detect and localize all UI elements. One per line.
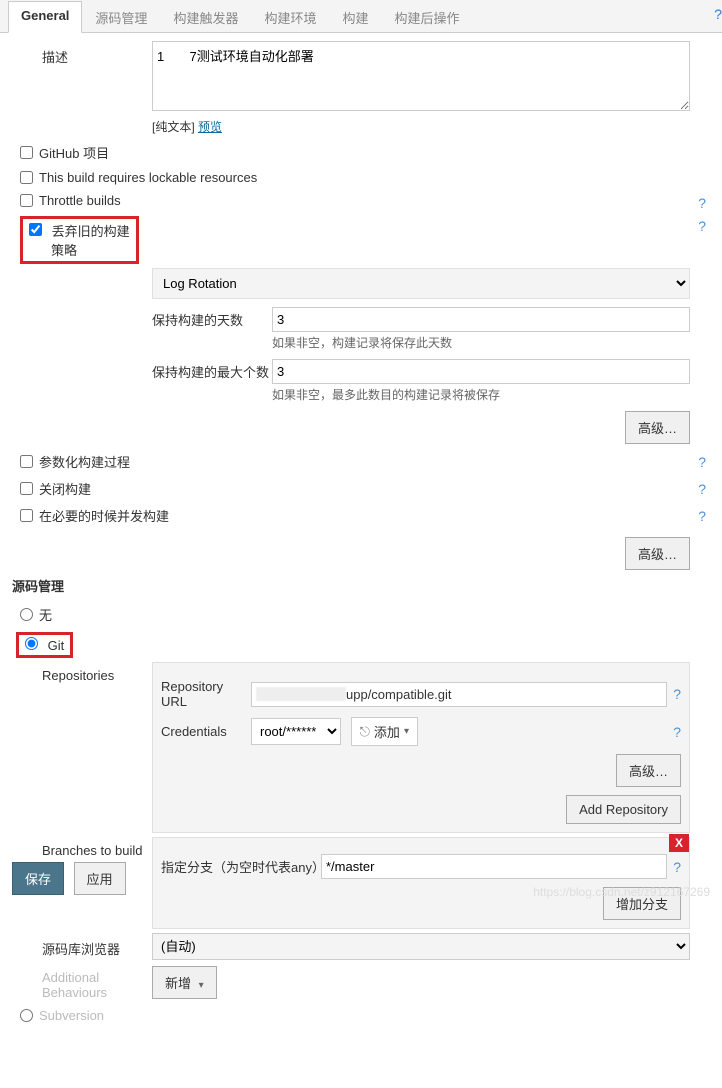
strategy-label: 策略 [29,243,77,258]
scm-none-radio[interactable] [20,608,33,621]
preview-link[interactable]: 预览 [198,120,222,134]
advanced-button-2[interactable]: 高级… [625,537,690,570]
repo-url-input[interactable]: upp/compatible.git [251,682,667,707]
description-label: 描述 [12,41,152,66]
scm-section-title: 源码管理 [12,570,710,601]
days-to-keep-input[interactable] [272,307,690,332]
key-icon: ⎋ [360,724,370,740]
help-icon[interactable]: ? [673,686,681,702]
chevron-down-icon: ▾ [404,726,409,737]
parameterized-label: 参数化构建过程 [39,452,130,471]
additional-behaviours-label: Additional Behaviours [12,964,152,1000]
help-icon[interactable]: ? [698,454,706,470]
repositories-label: Repositories [12,662,152,683]
repo-url-label: Repository URL [161,679,251,709]
repo-browser-label: 源码库浏览器 [12,933,152,958]
max-builds-input[interactable] [272,359,690,384]
tab-env[interactable]: 构建环境 [251,1,329,33]
lockable-checkbox[interactable] [20,171,33,184]
throttle-checkbox[interactable] [20,194,33,207]
tab-general[interactable]: General [8,1,82,33]
add-credentials-button[interactable]: ⎋ 添加 ▾ [351,717,418,746]
tab-triggers[interactable]: 构建触发器 [160,1,251,33]
plain-text-label: [纯文本] [152,120,195,134]
description-textarea[interactable]: 1 7测试环境自动化部署 [152,41,690,111]
footer-bar: 保存 应用 https://blog.csdn.net/z912167269 [0,852,722,905]
strategy-select[interactable]: Log Rotation [153,269,689,298]
apply-button[interactable]: 应用 [74,862,126,895]
help-icon[interactable]: ? [698,508,706,524]
repo-advanced-button[interactable]: 高级… [616,754,681,787]
help-icon[interactable]: ? [698,481,706,497]
github-project-label: GitHub 项目 [39,143,109,162]
help-icon[interactable]: ? [673,724,681,740]
scm-subversion-label: Subversion [39,1008,104,1023]
discard-old-checkbox[interactable] [29,223,42,236]
tab-build[interactable]: 构建 [329,1,381,33]
add-repository-button[interactable]: Add Repository [566,795,681,824]
repository-panel: Repository URL upp/compatible.git ? Cred… [152,662,690,833]
scm-git-label: Git [48,638,65,653]
scm-git-radio[interactable] [25,637,38,650]
tab-scm[interactable]: 源码管理 [82,1,160,33]
max-builds-label: 保持构建的最大个数 [152,362,272,381]
disable-build-checkbox[interactable] [20,482,33,495]
advanced-button[interactable]: 高级… [625,411,690,444]
days-hint: 如果非空，构建记录将保存此天数 [152,334,690,351]
chevron-down-icon: ▾ [199,980,204,991]
credentials-label: Credentials [161,724,251,739]
disable-build-label: 关闭构建 [39,479,91,498]
save-button[interactable]: 保存 [12,862,64,895]
throttle-label: Throttle builds [39,193,121,208]
help-icon[interactable]: ? [698,195,706,211]
lockable-label: This build requires lockable resources [39,170,257,185]
github-project-checkbox[interactable] [20,146,33,159]
discard-old-builds-highlight: 丢弃旧的构建 策略 [20,216,139,264]
discard-old-label: 丢弃旧的构建 [52,224,130,239]
watermark: https://blog.csdn.net/z912167269 [533,885,710,899]
tab-postbuild[interactable]: 构建后操作 [381,1,472,33]
scm-none-label: 无 [39,605,52,624]
add-behaviour-button[interactable]: 新增 ▾ [152,966,217,999]
credentials-select[interactable]: root/****** [251,718,341,745]
help-icon[interactable]: ? [698,218,706,234]
repo-browser-select[interactable]: (自动) [152,933,690,960]
help-icon[interactable]: ? [714,6,722,22]
parameterized-checkbox[interactable] [20,455,33,468]
config-tabs: General 源码管理 构建触发器 构建环境 构建 构建后操作 [0,0,722,33]
scm-git-highlight: Git [16,632,73,658]
concurrent-checkbox[interactable] [20,509,33,522]
days-to-keep-label: 保持构建的天数 [152,310,272,329]
concurrent-label: 在必要的时候并发构建 [39,506,169,525]
log-rotation-panel: Log Rotation [152,268,690,299]
max-hint: 如果非空，最多此数目的构建记录将被保存 [152,386,690,403]
delete-branch-button[interactable]: X [669,834,689,852]
scm-subversion-radio[interactable] [20,1009,33,1022]
